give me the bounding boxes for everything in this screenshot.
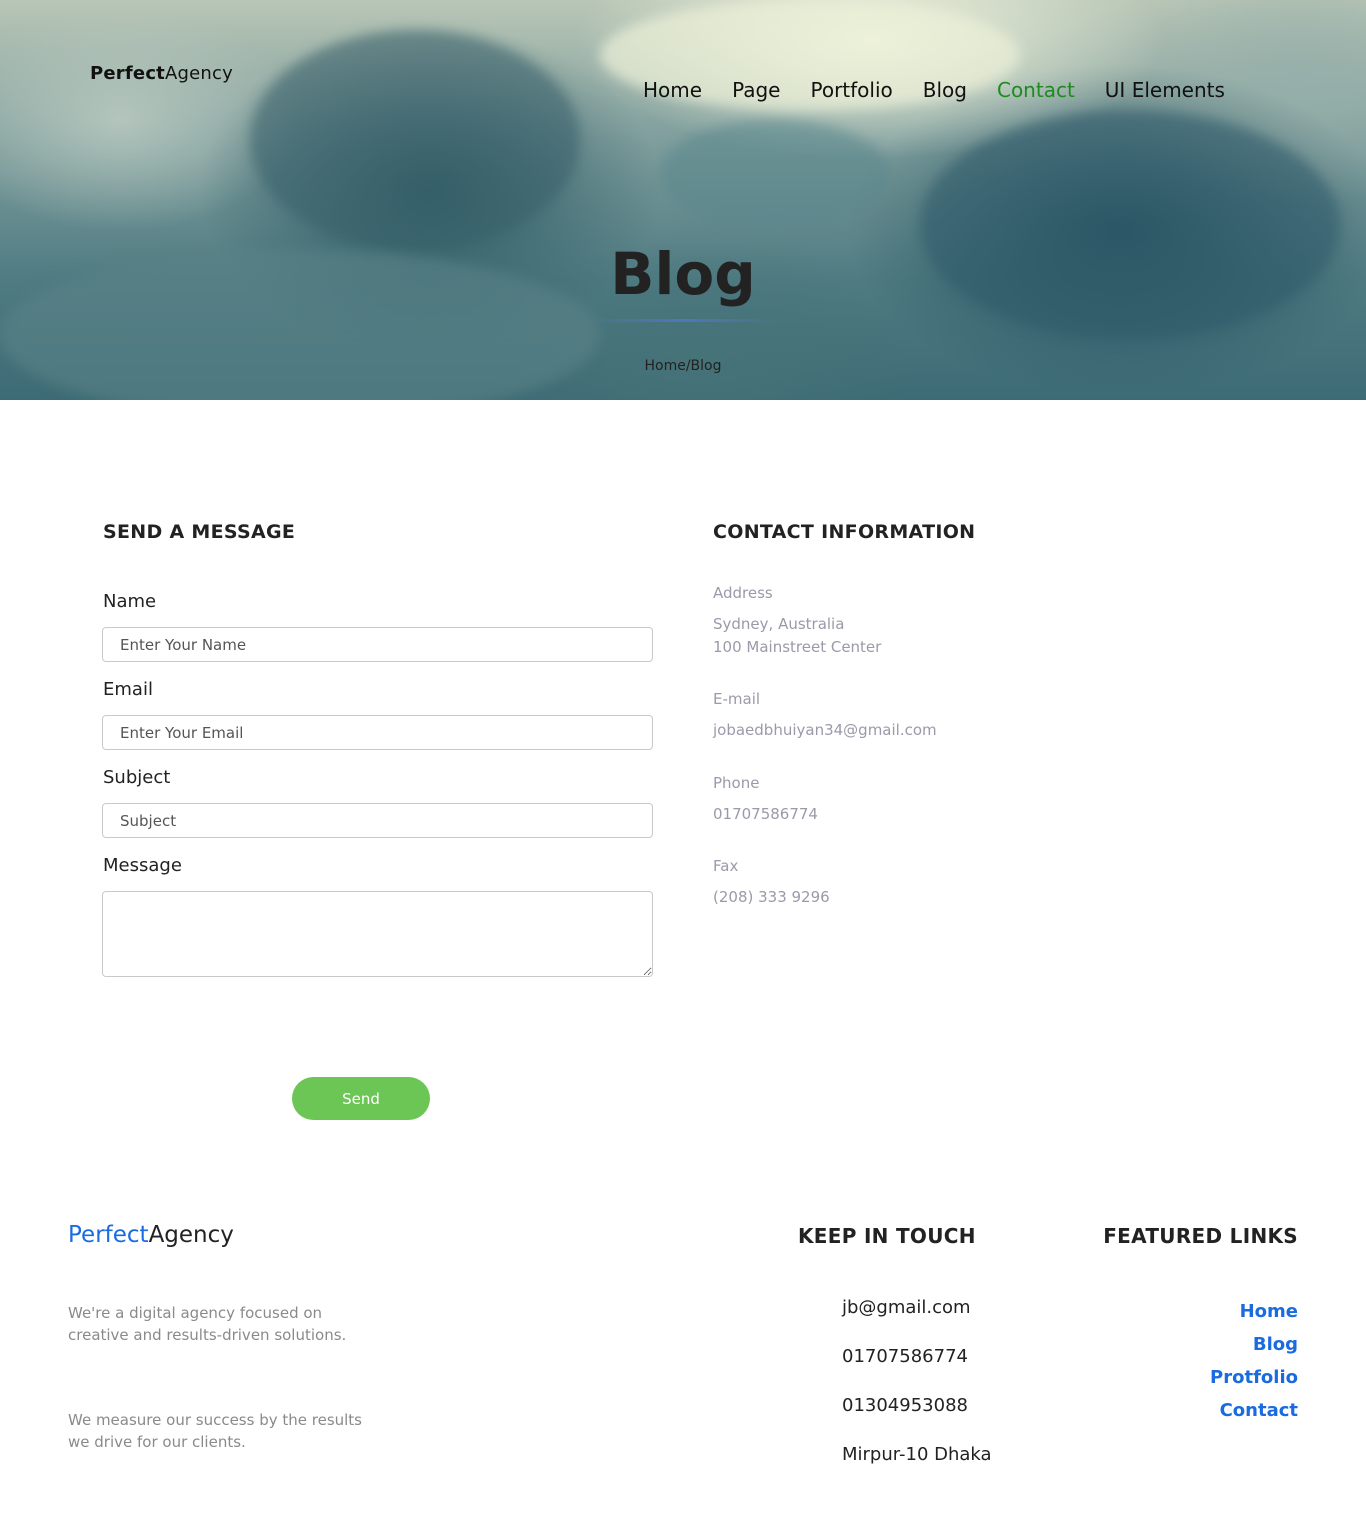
email-input[interactable]	[102, 715, 653, 750]
fax-value: (208) 333 9296	[713, 888, 830, 906]
breadcrumb-current: Blog	[690, 358, 722, 374]
subject-label: Subject	[103, 767, 171, 788]
site-logo[interactable]: PerfectAgency	[90, 63, 233, 84]
message-label: Message	[103, 855, 182, 876]
footer-about-2: We measure our success by the results we…	[68, 1409, 388, 1453]
nav-ui-elements[interactable]: UI Elements	[1105, 78, 1225, 102]
email-info-value: jobaedbhuiyan34@gmail.com	[713, 721, 937, 739]
breadcrumb-home[interactable]: Home	[644, 358, 685, 374]
email-label: Email	[103, 679, 153, 700]
address-line-2: 100 Mainstreet Center	[713, 638, 882, 656]
name-label: Name	[103, 591, 157, 612]
footer-about-1: We're a digital agency focused on creati…	[68, 1302, 388, 1346]
phone-label: Phone	[713, 774, 760, 792]
nav-home[interactable]: Home	[643, 78, 702, 102]
footer-about-2-line1: We measure our success by the results	[68, 1411, 363, 1429]
logo-light-text: Agency	[165, 63, 233, 84]
nav-portfolio[interactable]: Portfolio	[810, 78, 892, 102]
title-underline	[588, 319, 780, 322]
footer-link-portfolio[interactable]: Protfolio	[1210, 1367, 1298, 1388]
address-line-1: Sydney, Australia	[713, 615, 845, 633]
touch-phone-1: 01707586774	[842, 1346, 968, 1367]
footer-about-1-line1: We're a digital agency focused on	[68, 1304, 323, 1322]
hero-banner: PerfectAgency Home Page Portfolio Blog C…	[0, 0, 1366, 400]
footer-link-contact[interactable]: Contact	[1220, 1400, 1298, 1421]
cloud-shape	[250, 30, 580, 250]
featured-links-title: FEATURED LINKS	[1103, 1224, 1298, 1248]
touch-phone-2: 01304953088	[842, 1395, 968, 1416]
footer-logo-dark: Agency	[148, 1222, 234, 1248]
send-button[interactable]: Send	[292, 1077, 430, 1120]
breadcrumb: Home/Blog	[0, 358, 1366, 374]
subject-input[interactable]	[102, 803, 653, 838]
form-title: SEND A MESSAGE	[103, 521, 296, 543]
cloud-shape	[660, 120, 890, 230]
footer-about-1-line2: creative and results-driven solutions.	[68, 1326, 347, 1344]
touch-email: jb@gmail.com	[842, 1297, 971, 1318]
message-textarea[interactable]	[102, 891, 653, 977]
nav-page[interactable]: Page	[732, 78, 780, 102]
footer-link-home[interactable]: Home	[1240, 1301, 1298, 1322]
email-info-label: E-mail	[713, 690, 761, 708]
address-label: Address	[713, 584, 773, 602]
footer-about-2-line2: we drive for our clients.	[68, 1433, 246, 1451]
main-nav: Home Page Portfolio Blog Contact UI Elem…	[643, 78, 1255, 102]
contact-title: CONTACT INFORMATION	[713, 521, 976, 543]
nav-blog[interactable]: Blog	[923, 78, 967, 102]
footer-logo[interactable]: PerfectAgency	[68, 1222, 234, 1248]
name-input[interactable]	[102, 627, 653, 662]
fax-label: Fax	[713, 857, 739, 875]
footer-link-blog[interactable]: Blog	[1253, 1334, 1298, 1355]
footer-logo-blue: Perfect	[68, 1222, 149, 1248]
logo-bold-text: Perfect	[90, 63, 165, 84]
nav-contact[interactable]: Contact	[997, 78, 1075, 102]
keep-in-touch-title: KEEP IN TOUCH	[798, 1224, 976, 1248]
page-title: Blog	[610, 240, 756, 308]
phone-value: 01707586774	[713, 805, 818, 823]
touch-address: Mirpur-10 Dhaka	[842, 1444, 992, 1465]
